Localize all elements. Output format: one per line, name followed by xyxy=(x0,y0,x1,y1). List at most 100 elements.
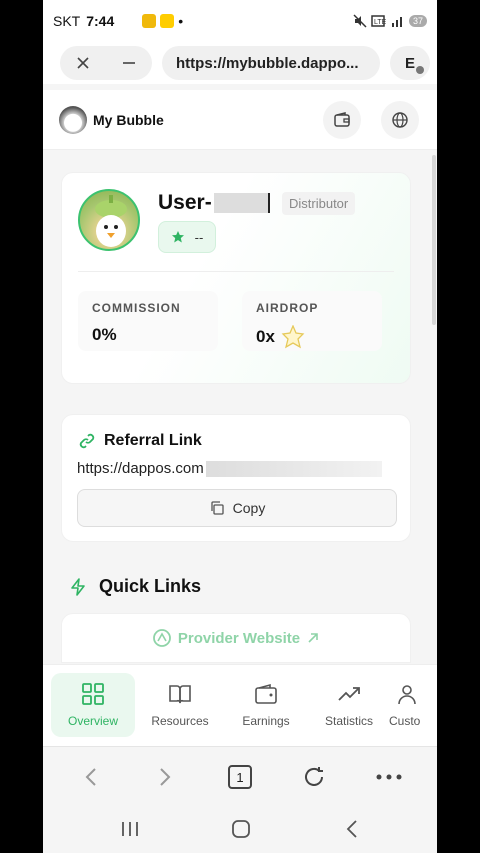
home-button[interactable] xyxy=(226,816,256,842)
trend-up-icon xyxy=(338,687,360,701)
quick-links-title: Quick Links xyxy=(69,576,201,597)
tab-overview-label: Overview xyxy=(67,714,118,728)
close-icon xyxy=(77,57,89,69)
more-button[interactable] xyxy=(373,761,405,793)
copy-label: Copy xyxy=(232,500,266,516)
wallet-icon xyxy=(334,112,350,127)
copy-icon xyxy=(211,501,224,515)
provider-website-label: Provider Website xyxy=(177,629,301,647)
airdrop-label: AIRDROP xyxy=(256,301,319,315)
tab-customers-label: Custo xyxy=(389,714,421,728)
username-redacted xyxy=(213,193,270,213)
wallet-icon xyxy=(255,683,277,704)
forward-button[interactable] xyxy=(149,761,181,793)
close-tab-button[interactable] xyxy=(60,46,106,80)
dappos-logo-icon xyxy=(152,629,171,647)
reload-button[interactable] xyxy=(298,761,330,793)
referral-link-redacted xyxy=(205,460,382,477)
status-bar: SKT 7:44 • LTE 37 xyxy=(43,0,437,42)
extension-button[interactable]: E xyxy=(390,46,430,80)
tab-earnings[interactable]: Earnings xyxy=(224,673,308,737)
lightning-icon xyxy=(71,577,85,596)
signal-icon xyxy=(391,17,402,27)
extension-label: E xyxy=(404,54,415,72)
tab-earnings-label: Earnings xyxy=(242,714,290,728)
notification-icons: • xyxy=(142,13,183,29)
commission-value: 0% xyxy=(92,325,117,344)
avatar xyxy=(78,189,140,251)
extension-badge-icon xyxy=(416,66,424,74)
person-icon xyxy=(398,685,416,705)
kakao-icon xyxy=(160,14,175,28)
level-value: -- xyxy=(194,229,204,245)
level-badge: -- xyxy=(158,221,216,253)
tab-overview[interactable]: Overview xyxy=(51,673,135,737)
tab-customers[interactable]: Custo xyxy=(389,673,437,737)
chevron-left-icon xyxy=(85,768,96,786)
bottom-tab-nav: Overview Resources Earnings Statistics C… xyxy=(43,664,437,746)
minimize-button[interactable] xyxy=(106,46,152,80)
recents-icon xyxy=(122,822,138,836)
back-button[interactable] xyxy=(75,761,107,793)
browser-toolbar: 1 xyxy=(43,746,437,806)
chevron-right-icon xyxy=(160,768,171,786)
phone-screen: SKT 7:44 • LTE 37 https://mybubble.dappo… xyxy=(43,0,437,853)
referral-title: Referral Link xyxy=(78,432,202,450)
copy-button[interactable]: Copy xyxy=(77,489,397,527)
username-prefix: User- xyxy=(158,191,212,214)
dot-icon: • xyxy=(178,13,184,29)
app-name: My Bubble xyxy=(93,111,164,128)
language-button[interactable] xyxy=(381,101,419,139)
globe-icon xyxy=(392,112,408,128)
commission-label: COMMISSION xyxy=(92,301,181,315)
tabs-button[interactable]: 1 xyxy=(224,761,256,793)
quick-links-label: Quick Links xyxy=(99,576,202,596)
divider xyxy=(78,271,394,272)
back-icon xyxy=(346,820,357,838)
system-nav-bar xyxy=(43,806,437,853)
reload-icon xyxy=(305,767,323,786)
wifi-icon: LTE xyxy=(371,15,387,27)
home-icon xyxy=(232,820,250,838)
app-header: My Bubble xyxy=(43,90,437,150)
wallet-button[interactable] xyxy=(323,101,361,139)
book-icon xyxy=(169,685,191,704)
username: User- xyxy=(158,191,270,215)
svg-text:LTE: LTE xyxy=(374,19,387,26)
star-icon xyxy=(171,231,184,243)
referral-card: Referral Link https://dappos.com Copy xyxy=(61,414,411,542)
minus-icon xyxy=(123,62,135,64)
url-field[interactable]: https://mybubble.dappo... xyxy=(162,46,380,80)
tab-statistics-label: Statistics xyxy=(324,714,373,728)
avatar-image xyxy=(95,195,127,247)
tab-statistics[interactable]: Statistics xyxy=(307,673,391,737)
battery-icon: 37 xyxy=(408,15,427,27)
more-icon xyxy=(376,774,402,780)
commission-stat: COMMISSION 0% xyxy=(78,291,218,351)
link-icon xyxy=(79,433,95,449)
clock: 7:44 xyxy=(86,13,115,29)
system-back-button[interactable] xyxy=(337,816,367,842)
tab-resources-label: Resources xyxy=(151,714,209,728)
browser-url-bar: https://mybubble.dappo... E xyxy=(43,42,437,84)
arrow-up-right-icon xyxy=(308,633,318,643)
grid-icon xyxy=(82,683,104,705)
tab-resources[interactable]: Resources xyxy=(138,673,222,737)
mute-icon xyxy=(353,14,367,28)
provider-website-link[interactable]: Provider Website xyxy=(61,613,411,663)
referral-link: https://dappos.com xyxy=(77,460,382,477)
profile-card: User- Distributor -- COMMISSION 0% AIRDR… xyxy=(61,172,411,384)
referral-title-label: Referral Link xyxy=(104,432,202,449)
star-badge-icon xyxy=(281,325,305,349)
role-badge: Distributor xyxy=(282,192,356,215)
carrier-label: SKT xyxy=(53,13,81,29)
system-icons: LTE 37 xyxy=(353,14,427,28)
referral-link-text: https://dappos.com xyxy=(77,460,204,477)
airdrop-stat: AIRDROP 0x xyxy=(242,291,382,351)
main-content[interactable]: User- Distributor -- COMMISSION 0% AIRDR… xyxy=(43,151,437,664)
binance-icon xyxy=(142,14,157,28)
recents-button[interactable] xyxy=(115,816,145,842)
airdrop-value: 0x xyxy=(256,327,275,346)
tab-count: 1 xyxy=(228,765,252,789)
scrollbar[interactable] xyxy=(432,155,436,325)
